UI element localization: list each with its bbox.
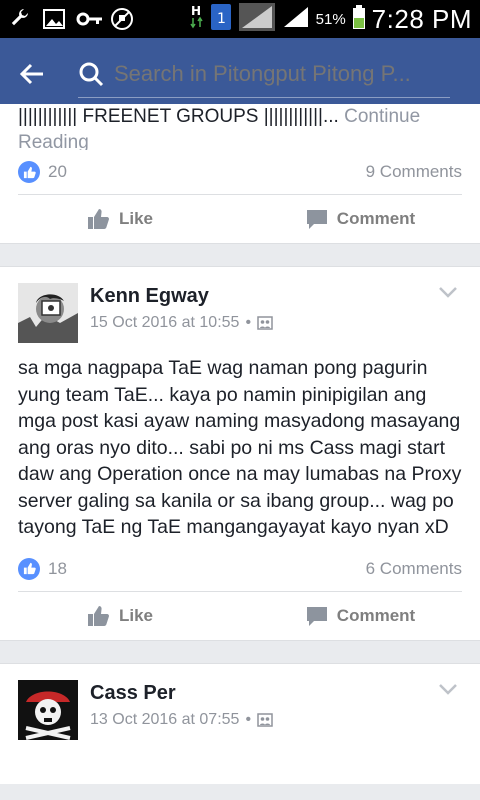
like-label: Like (118, 605, 154, 625)
avatar[interactable] (18, 283, 78, 343)
avatar[interactable] (18, 679, 78, 740)
wrench-icon (8, 7, 32, 31)
post-card: |||||||||||| FREENET GROUPS ||||||||||||… (0, 104, 480, 243)
status-bar: H 1 51% 7:28 PM (0, 0, 480, 38)
battery-icon (352, 4, 366, 35)
post-card: Kenn Egway 15 Oct 2016 at 10:55 • sa mga… (0, 267, 480, 640)
author-name[interactable]: Cass Per (90, 682, 273, 705)
feed-gap (0, 639, 480, 664)
like-count-icon (18, 161, 40, 183)
thumbs-up-icon (87, 605, 109, 626)
post-header: Kenn Egway 15 Oct 2016 at 10:55 • (0, 267, 480, 351)
no-usb-icon (110, 7, 134, 31)
comment-icon (306, 210, 327, 229)
comment-label: Comment (336, 209, 416, 228)
post-options-chevron-icon[interactable] (438, 682, 458, 700)
post-snippet: |||||||||||| FREENET GROUPS ||||||||||||… (0, 104, 480, 150)
post-actions: Like Comment (0, 195, 480, 243)
feed: |||||||||||| FREENET GROUPS ||||||||||||… (0, 104, 480, 784)
clock: 7:28 PM (371, 3, 472, 34)
comment-button[interactable]: Comment (240, 592, 480, 640)
like-button[interactable]: Like (0, 592, 240, 640)
back-button[interactable] (0, 38, 64, 110)
like-label: Like (118, 209, 154, 228)
meta-separator: • (245, 314, 252, 331)
like-count[interactable]: 18 (48, 559, 67, 579)
post-text: |||||||||||| FREENET GROUPS ||||||||||||… (18, 106, 339, 127)
author-name[interactable]: Kenn Egway (90, 285, 273, 308)
group-privacy-icon (257, 316, 273, 330)
sim-1-icon: 1 (210, 3, 232, 36)
feed-gap (0, 243, 480, 267)
image-icon (42, 7, 66, 31)
comments-count[interactable]: 6 Comments (366, 559, 462, 579)
post-stats: 18 6 Comments (0, 547, 480, 591)
post-timestamp[interactable]: 15 Oct 2016 at 10:55 (90, 314, 239, 332)
signal-icon (238, 2, 276, 37)
post-actions: Like Comment (0, 592, 480, 640)
post-body: sa mga nagpapa TaE wag naman pong paguri… (18, 357, 462, 538)
like-count-icon (18, 557, 40, 580)
comment-icon (306, 606, 327, 626)
search-icon (79, 62, 104, 86)
search-bar[interactable] (78, 50, 450, 98)
data-hplus-icon: H (190, 4, 204, 35)
group-privacy-icon (257, 712, 273, 727)
svg-text:H: H (191, 4, 201, 18)
post-options-chevron-icon[interactable] (438, 285, 458, 303)
comments-count[interactable]: 9 Comments (366, 162, 462, 182)
key-icon (76, 7, 102, 31)
svg-text:1: 1 (217, 11, 226, 27)
like-count[interactable]: 20 (48, 162, 67, 182)
signal-strength-icon (282, 5, 310, 34)
post-meta: 13 Oct 2016 at 07:55 • (90, 711, 273, 729)
post-header: Cass Per 13 Oct 2016 at 07:55 • (0, 664, 480, 748)
post-stats: 20 9 Comments (0, 150, 480, 194)
thumbs-up-icon (87, 209, 109, 229)
post-timestamp[interactable]: 13 Oct 2016 at 07:55 (90, 711, 239, 729)
battery-percent: 51% (315, 10, 346, 28)
app-bar (0, 38, 480, 110)
search-input[interactable] (114, 60, 444, 87)
comment-label: Comment (336, 605, 416, 625)
post-meta: 15 Oct 2016 at 10:55 • (90, 314, 273, 332)
like-button[interactable]: Like (0, 195, 240, 243)
back-arrow-icon (19, 63, 43, 85)
meta-separator: • (245, 710, 252, 728)
comment-button[interactable]: Comment (240, 195, 480, 243)
post-card: Cass Per 13 Oct 2016 at 07:55 • (0, 663, 480, 784)
